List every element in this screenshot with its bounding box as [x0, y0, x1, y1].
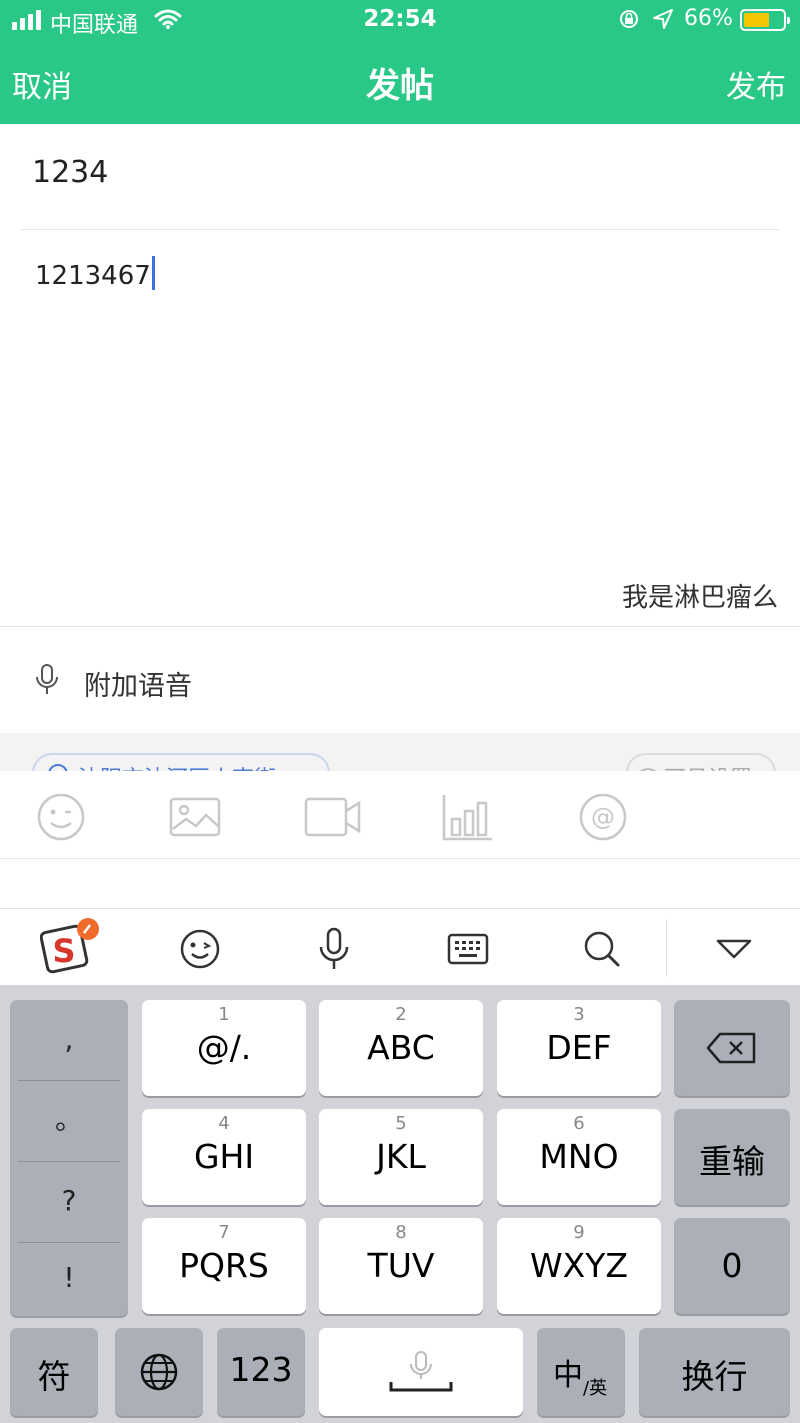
- clock: 22:54: [363, 6, 437, 32]
- svg-text:S: S: [52, 932, 75, 970]
- location-text: 沈阳市沈河区小南街: [78, 761, 276, 771]
- battery-percent: 66%: [684, 6, 733, 31]
- key-label: JKL: [376, 1137, 426, 1176]
- suggestion-text[interactable]: 我是淋巴瘤么: [622, 577, 778, 614]
- top-bar: 中国联通 22:54 66% 取消 发帖 发布: [0, 0, 800, 124]
- keyboard-toolbar: S: [0, 909, 800, 985]
- attachment-toolbar: @: [0, 771, 800, 859]
- key-6[interactable]: 6 MNO: [497, 1109, 661, 1205]
- divider: [20, 229, 780, 230]
- visibility-pill[interactable]: 可见设置: [626, 753, 776, 771]
- location-icon: [48, 764, 68, 771]
- key-question[interactable]: ?: [10, 1161, 128, 1240]
- svg-text:@: @: [591, 803, 615, 831]
- post-title-input[interactable]: 1234: [32, 155, 108, 190]
- keyboard: , 。 ? ! 1 @/. 2 ABC 3 DEF 4 GHI 5 JKL 6 …: [0, 985, 800, 1423]
- backspace-key[interactable]: [674, 1000, 790, 1096]
- key-number: 1: [218, 1004, 230, 1025]
- key-number: 3: [573, 1004, 585, 1025]
- sogou-logo-icon[interactable]: S: [40, 915, 102, 977]
- globe-icon: [140, 1353, 178, 1391]
- key-number: 6: [573, 1113, 585, 1134]
- punctuation-column[interactable]: , 。 ? !: [10, 1000, 128, 1316]
- location-arrow-icon: [653, 9, 673, 29]
- page-title: 发帖: [366, 66, 434, 106]
- search-icon[interactable]: [580, 927, 624, 971]
- microphone-icon: [36, 664, 58, 694]
- keyboard-layout-icon[interactable]: [446, 927, 490, 971]
- key-label: WXYZ: [529, 1246, 628, 1285]
- key-number: 9: [573, 1222, 585, 1243]
- reinput-key[interactable]: 重输: [674, 1109, 790, 1205]
- at-mention-icon[interactable]: @: [576, 793, 630, 841]
- key-9[interactable]: 9 WXYZ: [497, 1218, 661, 1314]
- key-label: GHI: [193, 1137, 255, 1176]
- key-label: 符: [37, 1357, 71, 1396]
- attach-voice-row[interactable]: 附加语音: [0, 627, 800, 733]
- image-icon[interactable]: [168, 793, 222, 841]
- orientation-lock-icon: [620, 10, 638, 28]
- key-4[interactable]: 4 GHI: [142, 1109, 306, 1205]
- emoji-icon[interactable]: [34, 793, 88, 841]
- key-label: @/.: [196, 1028, 252, 1067]
- location-pill[interactable]: 沈阳市沈河区小南街: [32, 753, 330, 771]
- key-label: TUV: [367, 1246, 435, 1285]
- text-caret: [151, 256, 155, 290]
- key-label: 中: [553, 1358, 583, 1393]
- status-bar: 中国联通 22:54 66%: [0, 0, 800, 40]
- post-body-text: 1213467: [35, 261, 151, 291]
- space-key[interactable]: [319, 1328, 523, 1416]
- divider: [666, 919, 667, 977]
- chart-icon[interactable]: [440, 793, 494, 841]
- eye-icon: [639, 768, 657, 771]
- key-number: 7: [218, 1222, 230, 1243]
- battery-icon: [740, 9, 790, 31]
- globe-key[interactable]: [115, 1328, 203, 1416]
- post-body-input[interactable]: 1213467: [35, 256, 155, 291]
- video-icon[interactable]: [304, 793, 362, 841]
- symbols-key[interactable]: 符: [10, 1328, 98, 1416]
- key-label: PQRS: [179, 1246, 269, 1285]
- blank-strip: [0, 859, 800, 909]
- key-period[interactable]: 。: [10, 1080, 128, 1159]
- keyboard-emoji-icon[interactable]: [178, 927, 222, 971]
- key-label: DEF: [546, 1028, 612, 1067]
- key-number: 5: [395, 1113, 407, 1134]
- key-number: 4: [218, 1113, 230, 1134]
- key-2[interactable]: 2 ABC: [319, 1000, 483, 1096]
- key-1[interactable]: 1 @/.: [142, 1000, 306, 1096]
- newline-key[interactable]: 换行: [639, 1328, 790, 1416]
- key-label: MNO: [539, 1137, 619, 1176]
- key-exclamation[interactable]: !: [10, 1238, 128, 1317]
- key-label: 换行: [681, 1357, 748, 1396]
- attach-voice-label: 附加语音: [84, 671, 192, 702]
- key-label: 0: [721, 1246, 743, 1285]
- key-label: 重输: [699, 1142, 765, 1181]
- collapse-keyboard-icon[interactable]: [712, 927, 756, 971]
- visibility-text: 可见设置: [664, 761, 752, 771]
- key-label: 123: [229, 1350, 293, 1389]
- key-sublabel: /英: [583, 1378, 608, 1399]
- key-7[interactable]: 7 PQRS: [142, 1218, 306, 1314]
- key-8[interactable]: 8 TUV: [319, 1218, 483, 1314]
- key-5[interactable]: 5 JKL: [319, 1109, 483, 1205]
- key-0[interactable]: 0: [674, 1218, 790, 1314]
- key-comma[interactable]: ,: [10, 1000, 128, 1079]
- key-3[interactable]: 3 DEF: [497, 1000, 661, 1096]
- backspace-icon: [706, 1032, 756, 1064]
- numbers-key[interactable]: 123: [217, 1328, 305, 1416]
- battery-fill: [744, 13, 769, 27]
- key-number: 8: [395, 1222, 407, 1243]
- keyboard-microphone-icon[interactable]: [312, 927, 356, 971]
- publish-button[interactable]: 发布: [726, 62, 786, 106]
- space-mic-icon: [389, 1351, 453, 1392]
- meta-bar: 沈阳市沈河区小南街 可见设置: [0, 733, 800, 771]
- key-number: 2: [395, 1004, 407, 1025]
- language-switch-key[interactable]: 中 /英: [537, 1328, 625, 1416]
- key-label: ABC: [367, 1028, 435, 1067]
